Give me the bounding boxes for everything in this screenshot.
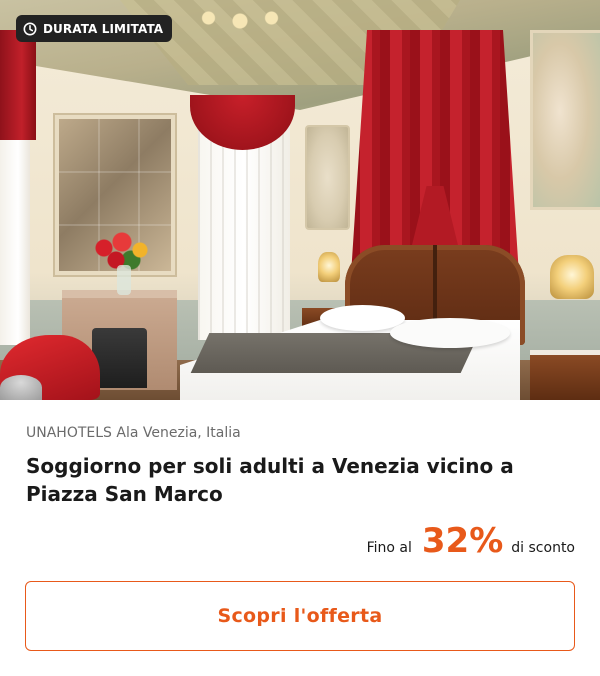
wall-fresco-cherub (530, 30, 600, 210)
badge-label: DURATA LIMITATA (43, 21, 164, 36)
left-red-drape (0, 30, 36, 140)
offer-title[interactable]: Soggiorno per soli adulti a Venezia vici… (26, 452, 576, 508)
wall-fresco-small (305, 125, 350, 230)
hotel-location: UNAHOTELS Ala Venezia, Italia (26, 425, 241, 441)
clock-icon (23, 22, 37, 35)
pillow (320, 305, 405, 331)
window-sheer (198, 125, 290, 340)
discover-offer-button[interactable]: Scopri l'offerta (25, 581, 575, 651)
wall-sconce-right (550, 255, 594, 299)
discover-offer-label: Scopri l'offerta (217, 605, 383, 627)
nightstand-right (530, 350, 600, 400)
pillow (390, 318, 510, 348)
chandelier (195, 0, 285, 30)
discount-suffix: di sconto (511, 540, 575, 556)
discount-percentage: 32% (421, 521, 504, 561)
wall-sconce-left (318, 252, 340, 282)
glass-vase (117, 265, 131, 295)
discount-line: Fino al 32% di sconto (367, 521, 575, 561)
limited-time-badge: DURATA LIMITATA (16, 15, 173, 42)
hotel-room-photo[interactable]: DURATA LIMITATA (0, 0, 600, 400)
offer-card[interactable]: DURATA LIMITATA UNAHOTELS Ala Venezia, I… (0, 0, 600, 676)
discount-prefix: Fino al (366, 540, 412, 556)
side-table (0, 375, 42, 400)
